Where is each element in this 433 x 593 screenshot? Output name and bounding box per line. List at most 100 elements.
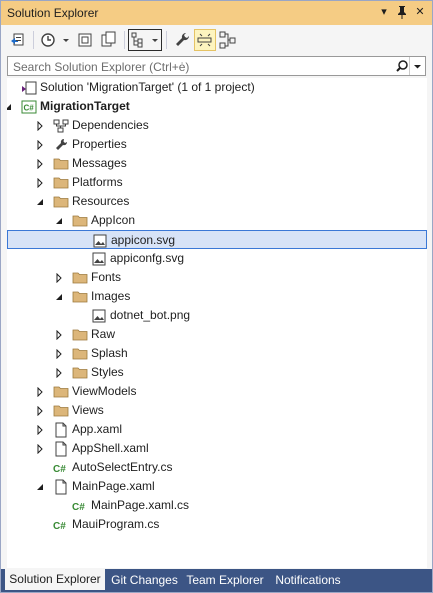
properties-wrench-button[interactable] [171,29,193,51]
title-bar[interactable]: Solution Explorer ▾ ✕ [1,1,432,25]
tree-item-label: Solution 'MigrationTarget' (1 of 1 proje… [40,80,255,94]
tree-item-label: Messages [72,156,127,170]
switch-views-button[interactable] [7,29,29,51]
svg-text:C#: C# [24,104,35,113]
expanded-arrow-icon[interactable] [54,215,64,225]
tree-item[interactable]: Messages [7,154,427,173]
collapsed-arrow-icon[interactable] [35,386,45,398]
expanded-arrow-icon[interactable] [54,291,64,301]
expanded-arrow-icon[interactable] [35,481,45,491]
class-diagram-button[interactable] [217,29,239,51]
search-box[interactable]: Search Solution Explorer (Ctrl+ė) [7,56,426,76]
tool-window-tabs: Solution Explorer Git Changes Team Explore… [1,569,432,592]
search-icon[interactable] [395,59,409,73]
tree-item-label: Raw [91,327,116,341]
folder-icon [72,270,88,286]
tree-item[interactable]: C# MainPage.xaml.cs [7,496,427,515]
folder-icon [72,213,88,229]
tree-item-label: appicon.svg [111,233,176,247]
csharp-file-icon: C# [53,517,69,533]
svg-text:C#: C# [72,502,85,513]
auto-hide-pin-icon[interactable] [395,4,409,20]
image-file-icon [91,308,107,324]
folder-icon [53,194,69,210]
expanded-arrow-icon[interactable] [35,196,45,206]
window-options-dropdown-icon[interactable]: ▾ [377,4,391,20]
tree-item-label: Dependencies [72,118,149,132]
search-input[interactable]: Search Solution Explorer (Ctrl+ė) [13,60,189,74]
csharp-file-icon: C# [53,460,69,476]
tab-git-changes[interactable]: Git Changes [107,571,182,590]
image-file-icon [91,251,107,267]
tree-item[interactable]: Raw [7,325,427,344]
csharp-file-icon: C# [72,498,88,514]
tree-item-label: dotnet_bot.png [110,308,191,322]
search-options-dropdown-icon[interactable] [409,57,425,75]
collapsed-arrow-icon[interactable] [54,272,64,284]
tree-item[interactable]: Splash [7,344,427,363]
tree-item[interactable]: C# AutoSelectEntry.cs [7,458,427,477]
tree-item-label: Properties [72,137,127,151]
tree-item[interactable]: appicon.svg [7,230,427,249]
tree-item-label: App.xaml [72,422,123,436]
tree-item-label: MainPage.xaml [72,479,155,493]
expanded-arrow-icon[interactable] [7,101,13,111]
tree-item[interactable]: Properties [7,135,427,154]
tree-item-label: Fonts [91,270,122,284]
tree-item[interactable]: Fonts [7,268,427,287]
tree-item[interactable]: dotnet_bot.png [7,306,427,325]
collapsed-arrow-icon[interactable] [35,424,45,436]
folder-icon [72,289,88,305]
tree-item[interactable]: AppIcon [7,211,427,230]
tree-item[interactable]: Platforms [7,173,427,192]
collapsed-arrow-icon[interactable] [54,329,64,341]
solution-tree[interactable]: Solution 'MigrationTarget' (1 of 1 proje… [7,78,427,568]
collapsed-arrow-icon[interactable] [35,443,45,455]
svg-text:C#: C# [53,464,66,475]
tree-item-label: AppIcon [91,213,136,227]
preview-selected-items-button[interactable] [194,29,216,51]
close-icon[interactable]: ✕ [413,4,427,20]
tree-item[interactable]: Styles [7,363,427,382]
tree-item[interactable]: ViewModels [7,382,427,401]
tree-item-label: AppShell.xaml [72,441,149,455]
tree-item[interactable]: Images [7,287,427,306]
tab-notifications[interactable]: Notifications [268,571,348,590]
collapsed-arrow-icon[interactable] [35,120,45,132]
tree-item-label: Styles [91,365,124,379]
folder-icon [53,156,69,172]
tree-item[interactable]: MainPage.xaml [7,477,427,496]
collapsed-arrow-icon[interactable] [54,367,64,379]
tree-item[interactable]: App.xaml [7,420,427,439]
solution-icon [21,80,37,96]
show-all-files-button[interactable] [128,29,162,51]
tab-solution-explorer[interactable]: Solution Explorer [5,569,105,590]
tree-item[interactable]: Solution 'MigrationTarget' (1 of 1 proje… [7,78,427,97]
xaml-file-icon [53,441,69,457]
tree-item[interactable]: C# MauiProgram.cs [7,515,427,534]
tree-item[interactable]: AppShell.xaml [7,439,427,458]
tree-item[interactable]: Views [7,401,427,420]
properties-icon [53,137,69,153]
folder-icon [53,403,69,419]
tree-item-label: Splash [91,346,128,360]
folder-icon [72,346,88,362]
collapsed-arrow-icon[interactable] [35,177,45,189]
collapsed-arrow-icon[interactable] [35,139,45,151]
pending-changes-filter-button[interactable] [38,29,70,51]
collapsed-arrow-icon[interactable] [35,158,45,170]
dependencies-icon [53,118,69,134]
collapsed-arrow-icon[interactable] [35,405,45,417]
collapsed-arrow-icon[interactable] [54,348,64,360]
tree-item[interactable]: C# MigrationTarget [7,97,427,116]
collapse-all-button[interactable] [98,29,120,51]
tree-item[interactable]: Resources [7,192,427,211]
tree-item-label: ViewModels [72,384,137,398]
folder-icon [53,384,69,400]
sync-with-document-button[interactable] [74,29,96,51]
tab-team-explorer[interactable]: Team Explorer [184,571,266,590]
tree-item[interactable]: Dependencies [7,116,427,135]
window-title: Solution Explorer [7,6,99,20]
tree-item-label: AutoSelectEntry.cs [72,460,173,474]
tree-item[interactable]: appiconfg.svg [7,249,427,268]
